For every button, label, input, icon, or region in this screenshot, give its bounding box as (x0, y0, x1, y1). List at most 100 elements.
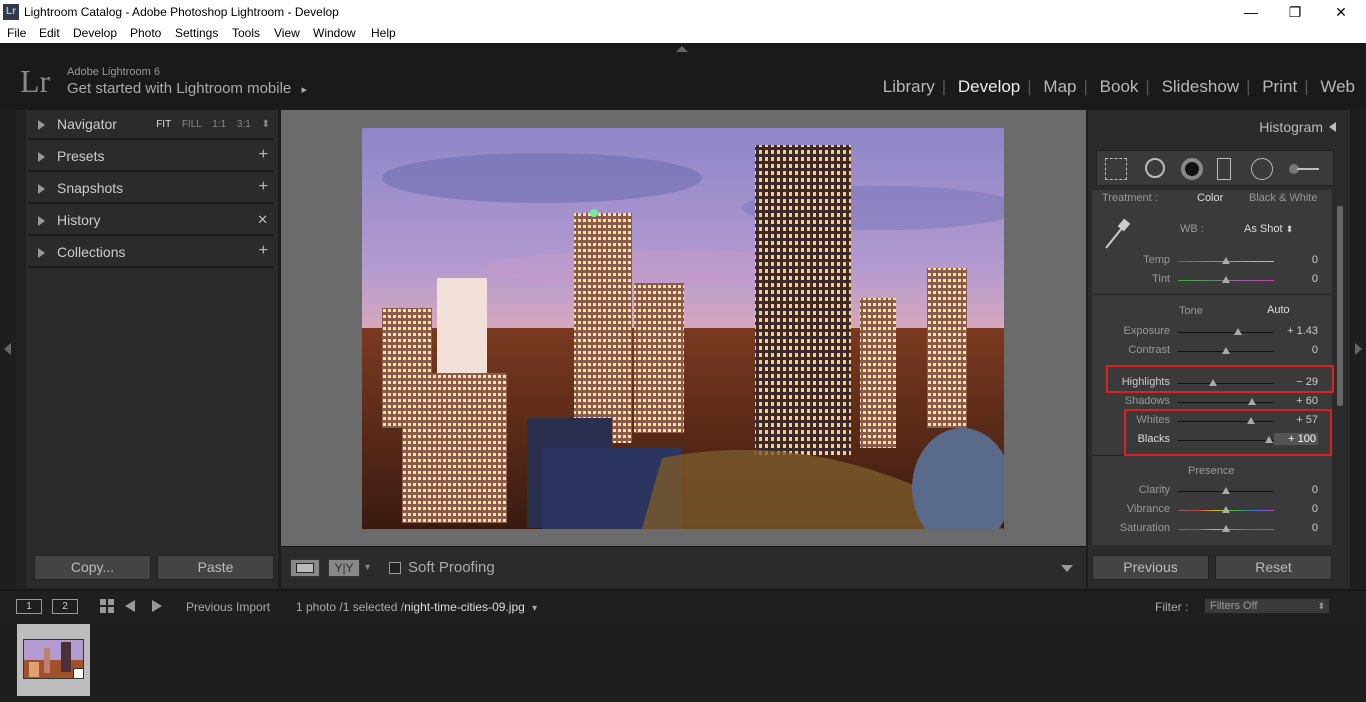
contrast-slider[interactable] (1178, 347, 1274, 354)
slider-thumb[interactable] (1222, 276, 1230, 283)
grid-view-icon[interactable] (100, 599, 115, 614)
slider-thumb[interactable] (1222, 257, 1230, 264)
menu-tools[interactable]: Tools (232, 26, 260, 40)
panel-toggle-top-icon[interactable] (676, 46, 688, 52)
add-preset-icon[interactable]: + (259, 146, 268, 164)
previous-button[interactable]: Previous (1092, 555, 1209, 580)
develop-badge-icon (73, 668, 84, 679)
zoom-fit[interactable]: FIT (156, 119, 171, 130)
spot-removal-icon[interactable] (1145, 158, 1165, 178)
contrast-value[interactable]: 0 (1274, 344, 1318, 356)
module-web[interactable]: Web (1320, 77, 1355, 96)
vibrance-value[interactable]: 0 (1274, 503, 1318, 515)
eyedropper-icon[interactable] (1102, 218, 1132, 252)
treatment-bw-option[interactable]: Black & White (1249, 192, 1317, 204)
zoom-fill[interactable]: FILL (182, 119, 202, 130)
module-book[interactable]: Book (1100, 77, 1139, 96)
auto-tone-button[interactable]: Auto (1267, 304, 1290, 316)
menu-photo[interactable]: Photo (130, 26, 161, 40)
history-header[interactable]: History ✕ (28, 206, 274, 236)
saturation-slider[interactable] (1178, 525, 1274, 532)
filename[interactable]: night-time-cities-09.jpg (404, 600, 525, 614)
minimize-button[interactable]: — (1228, 2, 1274, 22)
right-panel-scrollbar[interactable] (1337, 206, 1343, 406)
graduated-filter-icon[interactable] (1217, 158, 1231, 180)
filter-select[interactable]: Filters Off ⬍ (1204, 598, 1330, 614)
slider-thumb[interactable] (1247, 398, 1256, 405)
mobile-prompt[interactable]: Get started with Lightroom mobile ▸ (67, 80, 307, 97)
shadows-value[interactable]: + 60 (1274, 395, 1318, 407)
tint-value[interactable]: 0 (1274, 273, 1318, 285)
selection-count: 1 photo /1 selected / (296, 600, 405, 614)
clarity-slider[interactable] (1178, 487, 1274, 494)
paste-button[interactable]: Paste (157, 555, 274, 580)
loupe-view-button[interactable] (290, 559, 320, 577)
collections-header[interactable]: Collections + (28, 238, 274, 268)
treatment-color-option[interactable]: Color (1197, 192, 1223, 204)
menu-develop[interactable]: Develop (73, 26, 117, 40)
menu-edit[interactable]: Edit (39, 26, 60, 40)
clarity-value[interactable]: 0 (1274, 484, 1318, 496)
filmstrip-thumbnail[interactable] (17, 624, 90, 696)
reset-button[interactable]: Reset (1215, 555, 1332, 580)
exposure-value[interactable]: + 1.43 (1274, 325, 1318, 337)
image-canvas[interactable] (281, 110, 1086, 546)
slider-thumb[interactable] (1222, 487, 1230, 494)
secondary-screen-button[interactable]: 2 (52, 599, 78, 614)
snapshots-header[interactable]: Snapshots + (28, 174, 274, 204)
wb-select[interactable]: As Shot ⬍ (1244, 223, 1293, 235)
crop-tool-icon[interactable] (1105, 158, 1127, 180)
right-panel: Histogram Treatment : Color Black & Whit… (1088, 110, 1350, 588)
navigator-header[interactable]: Navigator FIT FILL 1:1 3:1 ⬍ (28, 110, 274, 140)
soft-proofing-label: Soft Proofing (408, 559, 495, 576)
presets-header[interactable]: Presets + (28, 142, 274, 172)
temp-value[interactable]: 0 (1274, 254, 1318, 266)
menu-window[interactable]: Window (313, 26, 356, 40)
module-map[interactable]: Map (1043, 77, 1076, 96)
red-eye-icon[interactable] (1181, 158, 1203, 180)
right-panel-toggle-icon[interactable] (1355, 343, 1362, 355)
toolbar-menu-icon[interactable] (1061, 565, 1073, 572)
left-panel-toggle-icon[interactable] (4, 343, 11, 355)
menu-help[interactable]: Help (371, 26, 396, 40)
temp-slider[interactable] (1178, 257, 1274, 264)
zoom-3-1[interactable]: 3:1 (237, 119, 251, 130)
add-snapshot-icon[interactable]: + (259, 178, 268, 196)
module-library[interactable]: Library (883, 77, 935, 96)
menu-settings[interactable]: Settings (175, 26, 218, 40)
source-label[interactable]: Previous Import (186, 600, 270, 614)
exposure-slider[interactable] (1178, 328, 1274, 335)
slider-thumb[interactable] (1222, 525, 1230, 532)
main-screen-button[interactable]: 1 (16, 599, 42, 614)
saturation-value[interactable]: 0 (1274, 522, 1318, 534)
collections-label: Collections (57, 244, 126, 260)
close-button[interactable]: ✕ (1318, 2, 1364, 22)
vibrance-slider[interactable] (1178, 506, 1274, 513)
view-options-icon[interactable]: ▾ (365, 562, 370, 573)
slider-thumb[interactable] (1234, 328, 1243, 335)
back-arrow-icon[interactable] (125, 600, 135, 612)
filename-menu-icon[interactable]: ▾ (532, 603, 537, 614)
forward-arrow-icon[interactable] (152, 600, 162, 612)
module-develop[interactable]: Develop (958, 77, 1020, 96)
filmstrip-toolbar: 1 2 Previous Import 1 photo /1 selected … (0, 590, 1366, 620)
adjustment-brush-icon[interactable] (1287, 158, 1323, 180)
add-collection-icon[interactable]: + (259, 242, 268, 260)
soft-proofing-checkbox[interactable] (389, 562, 401, 574)
menu-view[interactable]: View (274, 26, 300, 40)
menu-file[interactable]: File (7, 26, 26, 40)
before-after-button[interactable]: Y|Y (328, 559, 360, 577)
module-print[interactable]: Print (1262, 77, 1297, 96)
zoom-1-1[interactable]: 1:1 (212, 119, 226, 130)
zoom-menu-icon[interactable]: ⬍ (262, 119, 270, 130)
slider-thumb[interactable] (1222, 347, 1230, 354)
histogram-header[interactable]: Histogram (1088, 110, 1350, 144)
slider-thumb[interactable] (1222, 506, 1230, 513)
clear-history-icon[interactable]: ✕ (257, 212, 268, 228)
radial-filter-icon[interactable] (1251, 158, 1273, 180)
tint-slider[interactable] (1178, 276, 1274, 283)
module-slideshow[interactable]: Slideshow (1162, 77, 1240, 96)
shadows-slider[interactable] (1178, 398, 1274, 405)
maximize-button[interactable]: ❐ (1272, 2, 1318, 22)
copy-button[interactable]: Copy... (34, 555, 151, 580)
